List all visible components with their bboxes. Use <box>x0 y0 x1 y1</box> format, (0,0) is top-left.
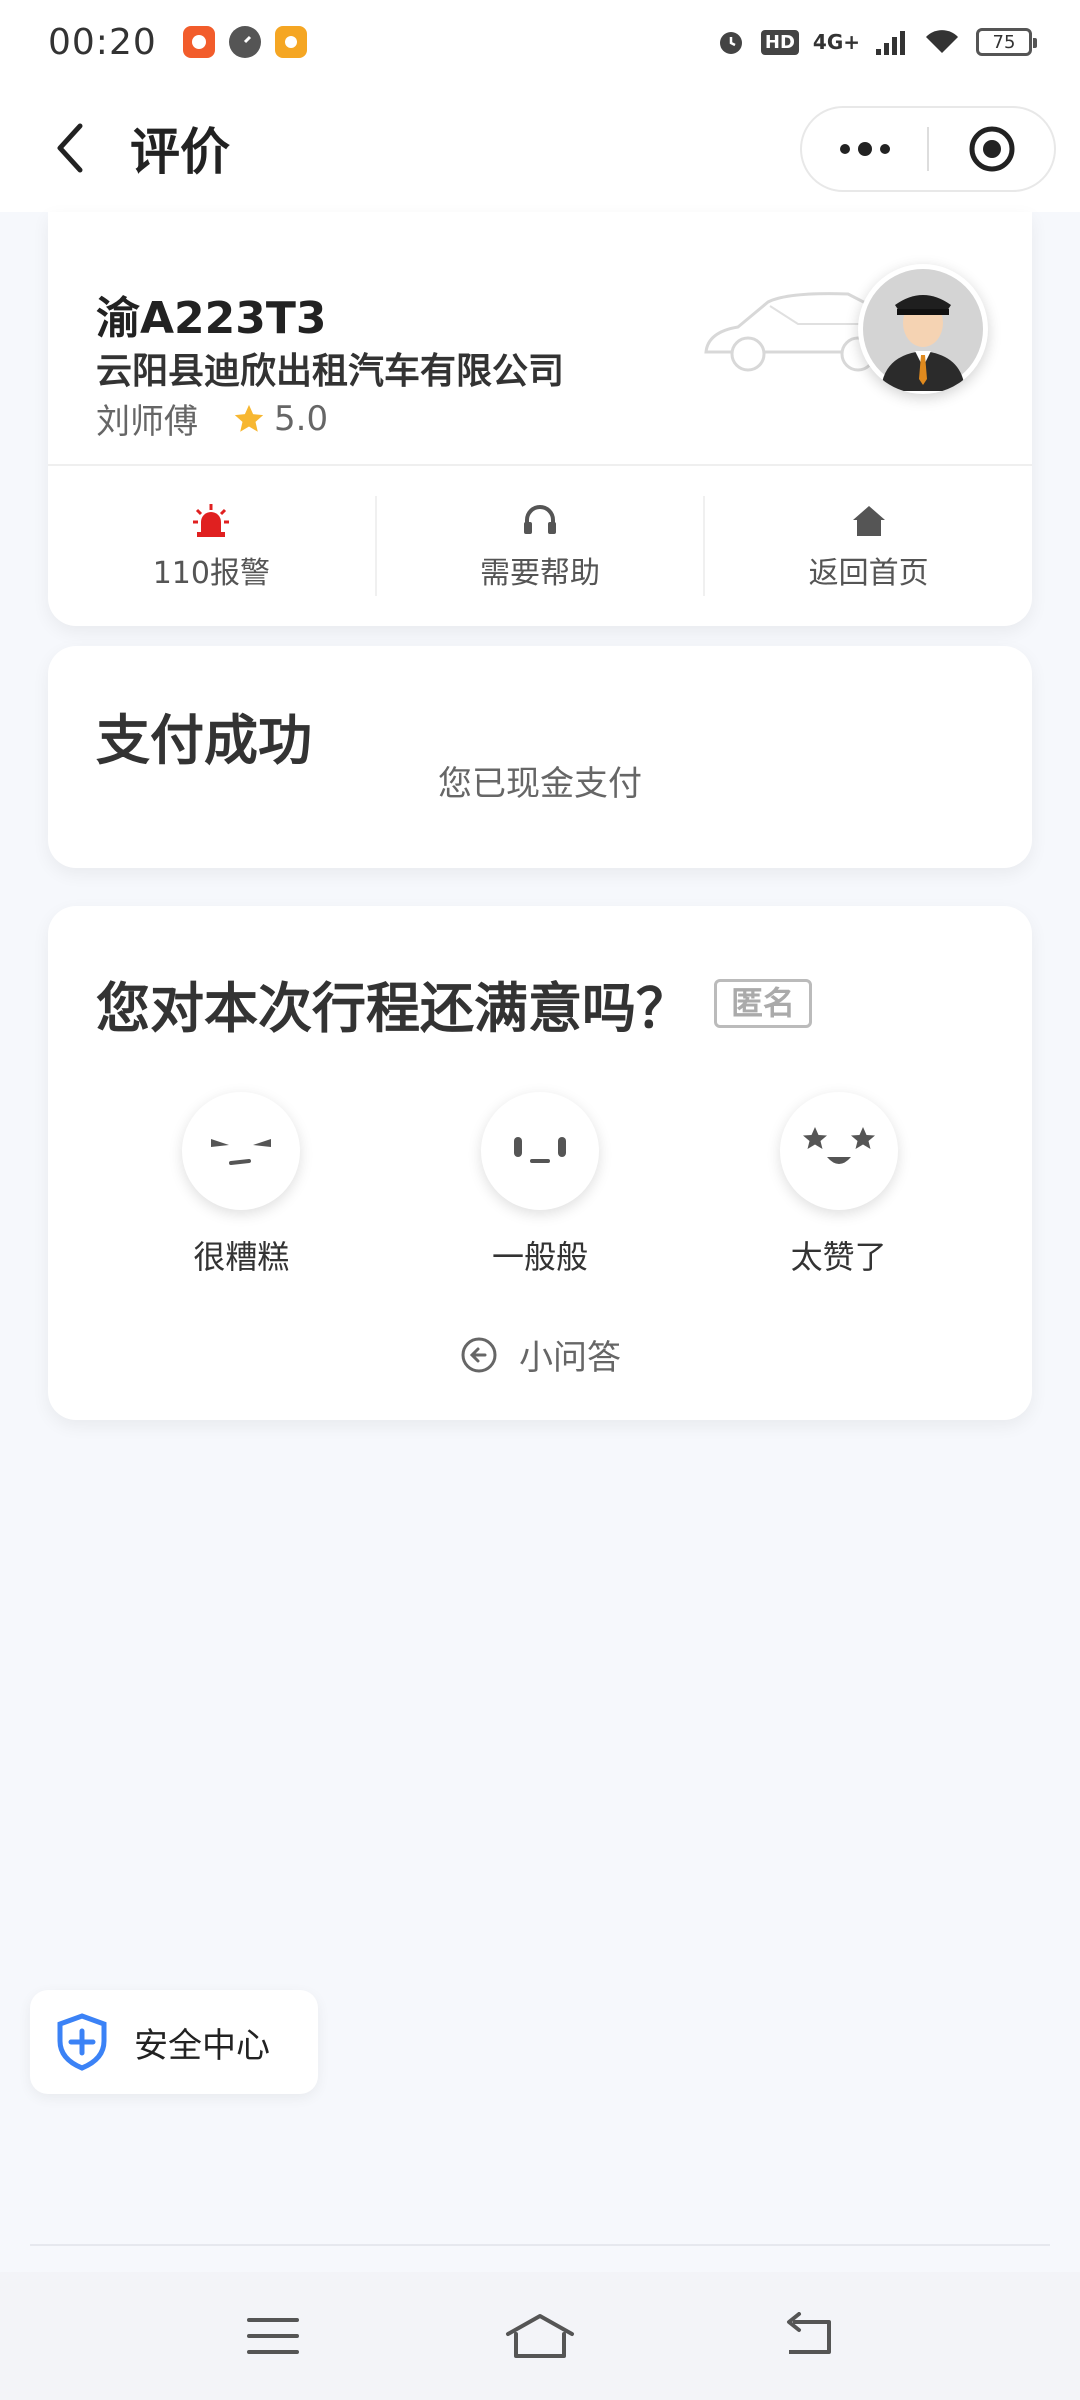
nav-back-icon <box>786 2312 831 2354</box>
status-right: HD 4G+ 75 <box>715 26 1037 58</box>
signal-icon <box>876 31 905 55</box>
driver-card: 渝A223T3 云阳县迪欣出租汽车有限公司 刘师傅 5.0 110报警 需要帮助… <box>48 212 1032 626</box>
page: 00:20 HD 4G+ 75 评价 渝A223T3 云阳县迪欣出租汽车有限公司… <box>0 0 1080 2400</box>
qa-link-label: 小问答 <box>519 1338 621 1378</box>
status-app-icons <box>182 26 307 58</box>
star-eyes-face-icon <box>802 1127 875 1164</box>
back-button[interactable] <box>30 108 110 188</box>
company-name: 云阳县迪欣出租汽车有限公司 <box>96 351 565 392</box>
rating-value: 5.0 <box>274 398 329 439</box>
driver-rating: 5.0 <box>232 399 328 439</box>
status-time: 00:20 <box>48 21 157 63</box>
more-button[interactable] <box>802 108 927 190</box>
help-label: 需要帮助 <box>480 556 600 591</box>
help-button[interactable]: 需要帮助 <box>374 496 704 596</box>
rating-label-ok: 一般般 <box>491 1238 588 1276</box>
angry-face-icon <box>211 1139 272 1165</box>
nav-home-icon <box>505 2314 574 2358</box>
star-icon <box>234 404 264 432</box>
face-button-great[interactable] <box>779 1092 898 1210</box>
delivery-app-icon <box>274 26 307 58</box>
battery-icon: 75 <box>976 28 1037 56</box>
mini-program-capsule <box>800 106 1056 192</box>
wifi-icon <box>926 30 958 53</box>
payment-subtitle: 您已现金支付 <box>438 764 642 804</box>
rating-option-ok[interactable]: 一般般 <box>440 1092 640 1278</box>
driver-avatar <box>858 264 988 394</box>
shield-plus-icon <box>57 2013 107 2071</box>
home-label: 返回首页 <box>808 556 929 591</box>
target-close-icon <box>969 126 1014 172</box>
rating-options: 很糟糕 一般般 太赞了 <box>48 1092 1032 1278</box>
payment-card: 支付成功 您已现金支付 <box>48 646 1032 868</box>
headset-icon <box>524 505 556 534</box>
system-nav-bar <box>0 2272 1080 2400</box>
driver-avatar-icon <box>863 269 983 391</box>
rating-question: 您对本次行程还满意吗？ 匿名 <box>96 964 813 1043</box>
rating-card: 您对本次行程还满意吗？ 匿名 很糟糕 一般般 太赞了 小问答 <box>48 906 1032 1420</box>
alarm-icon <box>193 504 230 537</box>
rating-option-great[interactable]: 太赞了 <box>739 1092 939 1278</box>
alarm-110-button[interactable]: 110报警 <box>48 496 375 596</box>
driver-name: 刘师傅 <box>96 402 198 442</box>
network-label: 4G+ <box>812 30 860 54</box>
driver-actions: 110报警 需要帮助 返回首页 <box>48 496 1032 596</box>
home-nav-button[interactable] <box>485 2296 595 2376</box>
alarm-label: 110报警 <box>152 556 270 591</box>
safety-center-label: 安全中心 <box>134 2025 270 2066</box>
status-bar: 00:20 HD 4G+ 75 <box>0 0 1080 84</box>
safety-center-button[interactable]: 安全中心 <box>30 1990 318 2094</box>
app-notification-icon <box>182 26 215 58</box>
license-plate: 渝A223T3 <box>96 293 327 344</box>
close-miniprogram-button[interactable] <box>929 108 1054 190</box>
menu-icon <box>247 2318 300 2354</box>
face-button-bad[interactable] <box>182 1092 301 1210</box>
rating-option-bad[interactable]: 很糟糕 <box>141 1092 341 1278</box>
page-title: 评价 <box>130 123 230 181</box>
alarm-clock-icon <box>719 32 742 54</box>
back-nav-button[interactable] <box>752 2296 862 2376</box>
nav-divider <box>30 2244 1050 2246</box>
chevron-left-icon <box>57 123 83 173</box>
rating-question-text: 您对本次行程还满意吗？ <box>96 977 690 1040</box>
speed-app-icon <box>228 26 261 58</box>
anonymous-tag[interactable]: 匿名 <box>714 979 813 1028</box>
face-button-ok[interactable] <box>480 1092 599 1210</box>
home-icon <box>852 506 885 536</box>
rating-label-bad: 很糟糕 <box>193 1238 290 1276</box>
arrow-left-circle-icon <box>461 1337 497 1372</box>
menu-nav-button[interactable] <box>218 2296 328 2376</box>
title-bar: 评价 <box>0 84 1080 212</box>
driver-info: 刘师傅 5.0 <box>96 394 328 443</box>
home-button[interactable]: 返回首页 <box>703 496 1032 596</box>
card-divider <box>48 464 1032 466</box>
more-dots-icon <box>839 142 890 156</box>
hd-badge: HD <box>760 29 799 55</box>
rating-label-great: 太赞了 <box>790 1238 887 1276</box>
neutral-face-icon <box>513 1137 566 1163</box>
qa-link[interactable]: 小问答 <box>48 1330 1032 1379</box>
